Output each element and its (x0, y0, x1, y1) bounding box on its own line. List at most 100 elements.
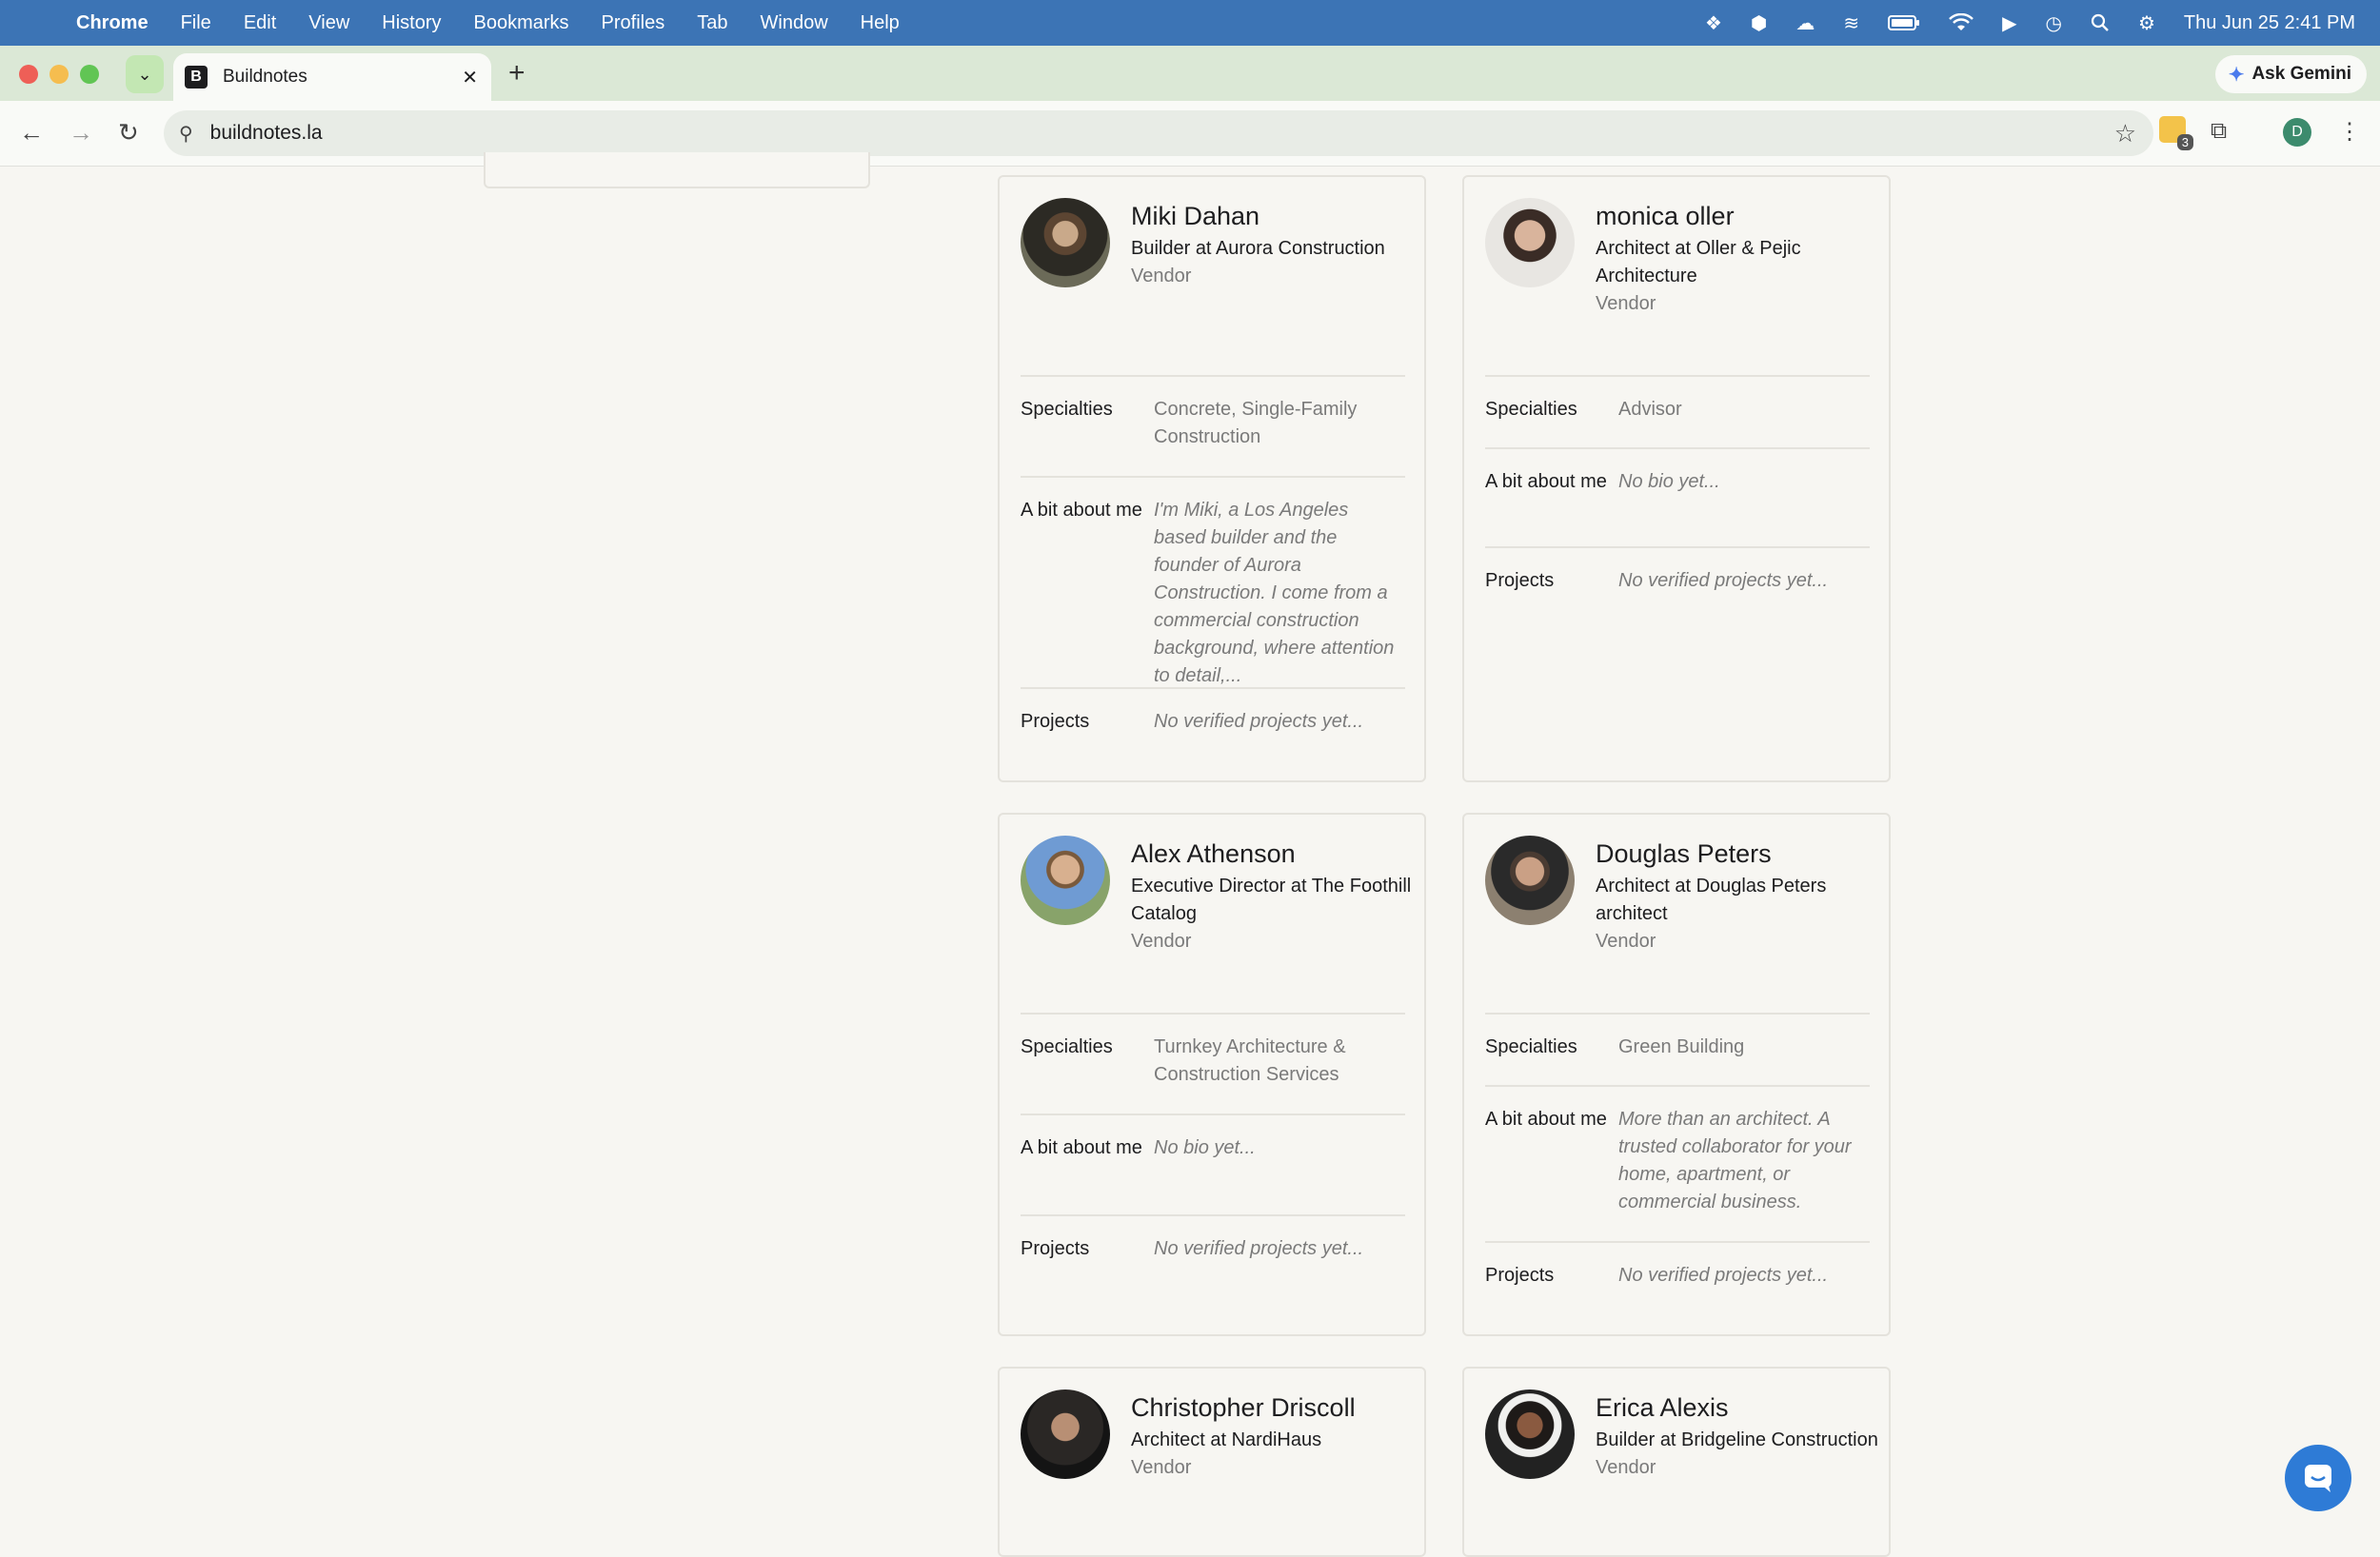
menu-file[interactable]: File (181, 12, 211, 34)
cloud-icon[interactable]: ☁ (1795, 11, 1815, 35)
projects-label: Projects (1021, 711, 1090, 732)
time-machine-icon[interactable]: ◷ (2046, 11, 2062, 35)
projects-label: Projects (1485, 1265, 1555, 1286)
site-info-icon[interactable]: ⚲ (179, 122, 193, 146)
menu-window[interactable]: Window (761, 12, 828, 34)
more-menu-icon[interactable]: ⋮ (2338, 118, 2361, 146)
menu-bookmarks[interactable]: Bookmarks (474, 12, 569, 34)
url-text[interactable]: buildnotes.la (210, 122, 323, 145)
profile-avatar[interactable]: D (2283, 118, 2311, 147)
bio-value: No bio yet... (1618, 471, 1720, 492)
address-bar[interactable]: ⚲ buildnotes.la ☆ (164, 110, 2153, 156)
profile-name[interactable]: Erica Alexis (1596, 1393, 1881, 1423)
profile-card[interactable]: monica oller Architect at Oller & Pejic … (1462, 175, 1891, 782)
profile-type: Vendor (1131, 266, 1192, 286)
extension-icon[interactable]: 3 (2159, 116, 2193, 150)
wifi-icon[interactable] (1949, 13, 1973, 32)
avatar[interactable] (1485, 198, 1575, 287)
menu-history[interactable]: History (382, 12, 441, 34)
macos-menu-bar: Chrome File Edit View History Bookmarks … (0, 0, 2380, 46)
specialties-value: Advisor (1618, 399, 1682, 420)
tab-title: Buildnotes (223, 67, 307, 87)
buildnotes-favicon: B (185, 66, 208, 89)
battery-icon[interactable] (1888, 14, 1920, 31)
projects-row: Projects No verified projects yet... (1485, 546, 1870, 605)
profile-role: Architect at Douglas Peters architect (1596, 876, 1827, 924)
specialties-row: Specialties Green Building (1485, 1013, 1870, 1087)
bio-label: A bit about me (1485, 471, 1607, 492)
specialties-label: Specialties (1021, 1036, 1113, 1057)
projects-row: Projects No verified projects yet... (1021, 687, 1405, 746)
projects-value: No verified projects yet... (1618, 570, 1829, 591)
projects-row: Projects No verified projects yet... (1021, 1214, 1405, 1273)
back-arrow-icon[interactable]: ← (19, 118, 44, 148)
specialties-row: Specialties Advisor (1485, 375, 1870, 449)
profile-card[interactable]: Erica Alexis Builder at Bridgeline Const… (1462, 1367, 1891, 1557)
specialties-label: Specialties (1021, 399, 1113, 420)
bio-label: A bit about me (1485, 1109, 1607, 1130)
projects-value: No verified projects yet... (1154, 711, 1364, 732)
gemini-sparkle-icon: ✦ (2228, 64, 2245, 86)
specialties-row: Specialties Concrete, Single-Family Cons… (1021, 375, 1405, 449)
profile-name[interactable]: monica oller (1596, 202, 1881, 231)
profile-type: Vendor (1131, 1457, 1192, 1478)
bio-row: A bit about me I'm Miki, a Los Angeles b… (1021, 476, 1405, 686)
specialties-value: Turnkey Architecture & Construction Serv… (1154, 1036, 1346, 1085)
profile-name[interactable]: Miki Dahan (1131, 202, 1417, 231)
profile-role: Architect at NardiHaus (1131, 1429, 1322, 1450)
forward-arrow-icon[interactable]: → (69, 118, 93, 148)
bio-row: A bit about me No bio yet... (1021, 1114, 1405, 1214)
avatar[interactable] (1021, 836, 1110, 925)
profile-name[interactable]: Alex Athenson (1131, 839, 1417, 869)
ask-gemini-button[interactable]: ✦ Ask Gemini (2214, 55, 2367, 93)
tab-buildnotes[interactable]: B Buildnotes ✕ (173, 53, 491, 101)
avatar[interactable] (1485, 836, 1575, 925)
menubar-clock[interactable]: Thu Jun 25 2:41 PM (2184, 12, 2355, 34)
chat-launcher-button[interactable] (2285, 1445, 2351, 1511)
avatar[interactable] (1021, 1389, 1110, 1479)
specialties-row: Specialties Turnkey Architecture & Const… (1021, 1013, 1405, 1114)
projects-value: No verified projects yet... (1154, 1238, 1364, 1259)
dropbox-icon[interactable]: ❖ (1705, 11, 1722, 35)
bio-row: A bit about me No bio yet... (1485, 447, 1870, 548)
menu-view[interactable]: View (308, 12, 349, 34)
profile-card[interactable]: Douglas Peters Architect at Douglas Pete… (1462, 813, 1891, 1336)
menu-edit[interactable]: Edit (244, 12, 276, 34)
projects-row: Projects No verified projects yet... (1485, 1241, 1870, 1300)
profile-role: Executive Director at The Foothill Catal… (1131, 876, 1412, 924)
menu-help[interactable]: Help (861, 12, 900, 34)
menu-tab[interactable]: Tab (697, 12, 727, 34)
avatar[interactable] (1485, 1389, 1575, 1479)
profile-type: Vendor (1131, 931, 1192, 952)
profile-card[interactable]: Alex Athenson Executive Director at The … (998, 813, 1426, 1336)
bio-label: A bit about me (1021, 500, 1142, 521)
avatar[interactable] (1021, 198, 1110, 287)
profile-type: Vendor (1596, 931, 1656, 952)
search-icon[interactable] (2091, 13, 2110, 32)
menu-app-name[interactable]: Chrome (76, 12, 149, 34)
profile-card[interactable]: Miki Dahan Builder at Aurora Constructio… (998, 175, 1426, 782)
specialties-label: Specialties (1485, 399, 1577, 420)
profile-name[interactable]: Douglas Peters (1596, 839, 1881, 869)
new-tab-button[interactable]: + (508, 57, 526, 89)
stack-icon[interactable]: ≋ (1843, 11, 1859, 35)
profile-role: Architect at Oller & Pejic Architecture (1596, 238, 1801, 286)
extensions-puzzle-icon[interactable]: ⧉ (2211, 118, 2227, 145)
bookmark-star-icon[interactable]: ☆ (2114, 119, 2136, 148)
profile-card[interactable]: Christopher Driscoll Architect at NardiH… (998, 1367, 1426, 1557)
menu-profiles[interactable]: Profiles (602, 12, 665, 34)
window-maximize-button[interactable] (80, 65, 99, 84)
profile-name[interactable]: Christopher Driscoll (1131, 1393, 1417, 1423)
tab-search-button[interactable]: ⌄ (126, 55, 164, 93)
play-icon[interactable]: ▶ (2002, 11, 2016, 35)
window-close-button[interactable] (19, 65, 38, 84)
window-minimize-button[interactable] (50, 65, 69, 84)
reload-icon[interactable]: ↻ (118, 118, 139, 148)
box-icon[interactable]: ⬢ (1751, 11, 1767, 35)
extension-badge-count: 3 (2176, 134, 2193, 150)
profile-role: Builder at Bridgeline Construction (1596, 1429, 1878, 1450)
specialties-label: Specialties (1485, 1036, 1577, 1057)
profile-type: Vendor (1596, 293, 1656, 314)
tab-close-icon[interactable]: ✕ (462, 66, 478, 89)
control-center-icon[interactable]: ⚙ (2138, 11, 2155, 35)
